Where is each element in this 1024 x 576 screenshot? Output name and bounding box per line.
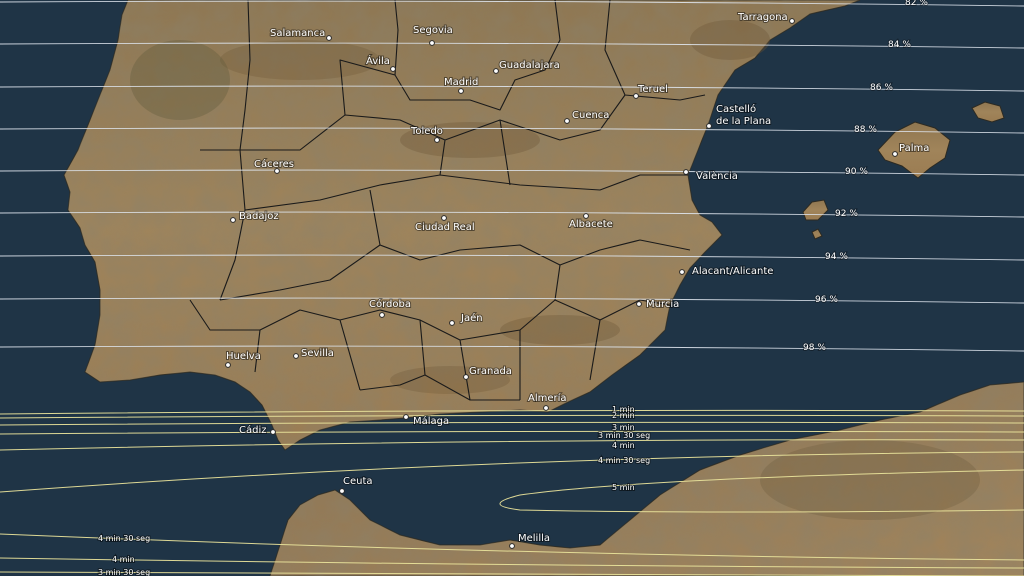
city-marker bbox=[293, 353, 299, 359]
eclipse-map: 82 % 84 % 86 % 88 % 90 % 92 % 94 % 96 % 98 % 1 m… bbox=[0, 0, 1024, 576]
city-marker bbox=[789, 18, 795, 24]
city-marker bbox=[230, 217, 236, 223]
city-marker bbox=[429, 40, 435, 46]
city-label: Salamanca bbox=[270, 28, 325, 39]
city-marker bbox=[683, 169, 689, 175]
city-marker bbox=[225, 362, 231, 368]
city-marker bbox=[543, 405, 549, 411]
city-marker bbox=[509, 543, 515, 549]
city-label: Granada bbox=[469, 366, 512, 377]
city-label: Huelva bbox=[226, 351, 261, 362]
duration-label: 4 min bbox=[112, 555, 135, 564]
duration-label: 4 min 30 seg bbox=[98, 534, 150, 543]
city-marker bbox=[449, 320, 455, 326]
city-label: Málaga bbox=[413, 415, 449, 427]
city-label: Sevilla bbox=[301, 348, 334, 359]
duration-label: 2 min bbox=[612, 411, 635, 420]
city-label: Melilla bbox=[518, 533, 550, 544]
city-marker bbox=[403, 414, 409, 420]
city-label: Murcia bbox=[646, 299, 679, 310]
city-label: Almería bbox=[528, 392, 567, 404]
city-marker bbox=[493, 68, 499, 74]
city-marker bbox=[441, 215, 447, 221]
city-marker bbox=[390, 66, 396, 72]
city-label: Palma bbox=[899, 143, 929, 154]
city-label: Ceuta bbox=[343, 476, 373, 487]
city-marker bbox=[463, 374, 469, 380]
magnitude-label: 98 % bbox=[803, 343, 826, 353]
city-label: Tarragona bbox=[737, 12, 788, 23]
city-marker bbox=[326, 35, 332, 41]
city-label: Toledo bbox=[410, 126, 443, 137]
city-label: Teruel bbox=[637, 84, 668, 95]
magnitude-label: 84 % bbox=[888, 40, 911, 50]
magnitude-label: 92 % bbox=[835, 209, 858, 219]
city-label: València bbox=[696, 170, 738, 182]
duration-label: 4 min bbox=[612, 441, 635, 450]
duration-label: 3 min 30 seg bbox=[98, 568, 150, 576]
city-label: Ciudad Real bbox=[415, 222, 475, 233]
city-label: Badajoz bbox=[239, 211, 279, 222]
magnitude-label: 88 % bbox=[854, 125, 877, 135]
city-marker bbox=[679, 269, 685, 275]
city-label: Jaén bbox=[460, 312, 483, 324]
city-marker bbox=[892, 151, 898, 157]
city-label: Ávila bbox=[366, 54, 390, 67]
magnitude-label: 82 % bbox=[905, 0, 928, 8]
city-label: Cáceres bbox=[254, 158, 294, 170]
city-label: Alacant/Alicante bbox=[692, 266, 773, 277]
city-label: Madrid bbox=[444, 77, 478, 88]
city-marker bbox=[339, 488, 345, 494]
magnitude-label: 94 % bbox=[825, 252, 848, 262]
city-label: Segovia bbox=[413, 25, 453, 36]
duration-label: 4 min 30 seg bbox=[598, 456, 650, 465]
magnitude-label: 86 % bbox=[870, 83, 893, 93]
city-label: Guadalajara bbox=[499, 60, 560, 71]
map-canvas: 82 %84 %86 %88 %90 %92 %94 %96 %98 % 1 m… bbox=[0, 0, 1024, 576]
city-marker bbox=[270, 429, 276, 435]
city-label: Córdoba bbox=[369, 298, 411, 310]
magnitude-label: 90 % bbox=[845, 167, 868, 177]
city-marker bbox=[434, 137, 440, 143]
city-label: Albacete bbox=[569, 219, 613, 230]
city-marker bbox=[583, 213, 589, 219]
duration-label: 3 min 30 seg bbox=[598, 431, 650, 440]
city-label: Cádiz bbox=[239, 424, 267, 436]
city-marker bbox=[706, 123, 712, 129]
city-marker bbox=[379, 312, 385, 318]
city-marker bbox=[636, 301, 642, 307]
city-marker bbox=[564, 118, 570, 124]
city-label: Cuenca bbox=[572, 110, 609, 121]
city-marker bbox=[458, 88, 464, 94]
duration-label: 5 min bbox=[612, 483, 635, 492]
magnitude-label: 96 % bbox=[815, 295, 838, 305]
